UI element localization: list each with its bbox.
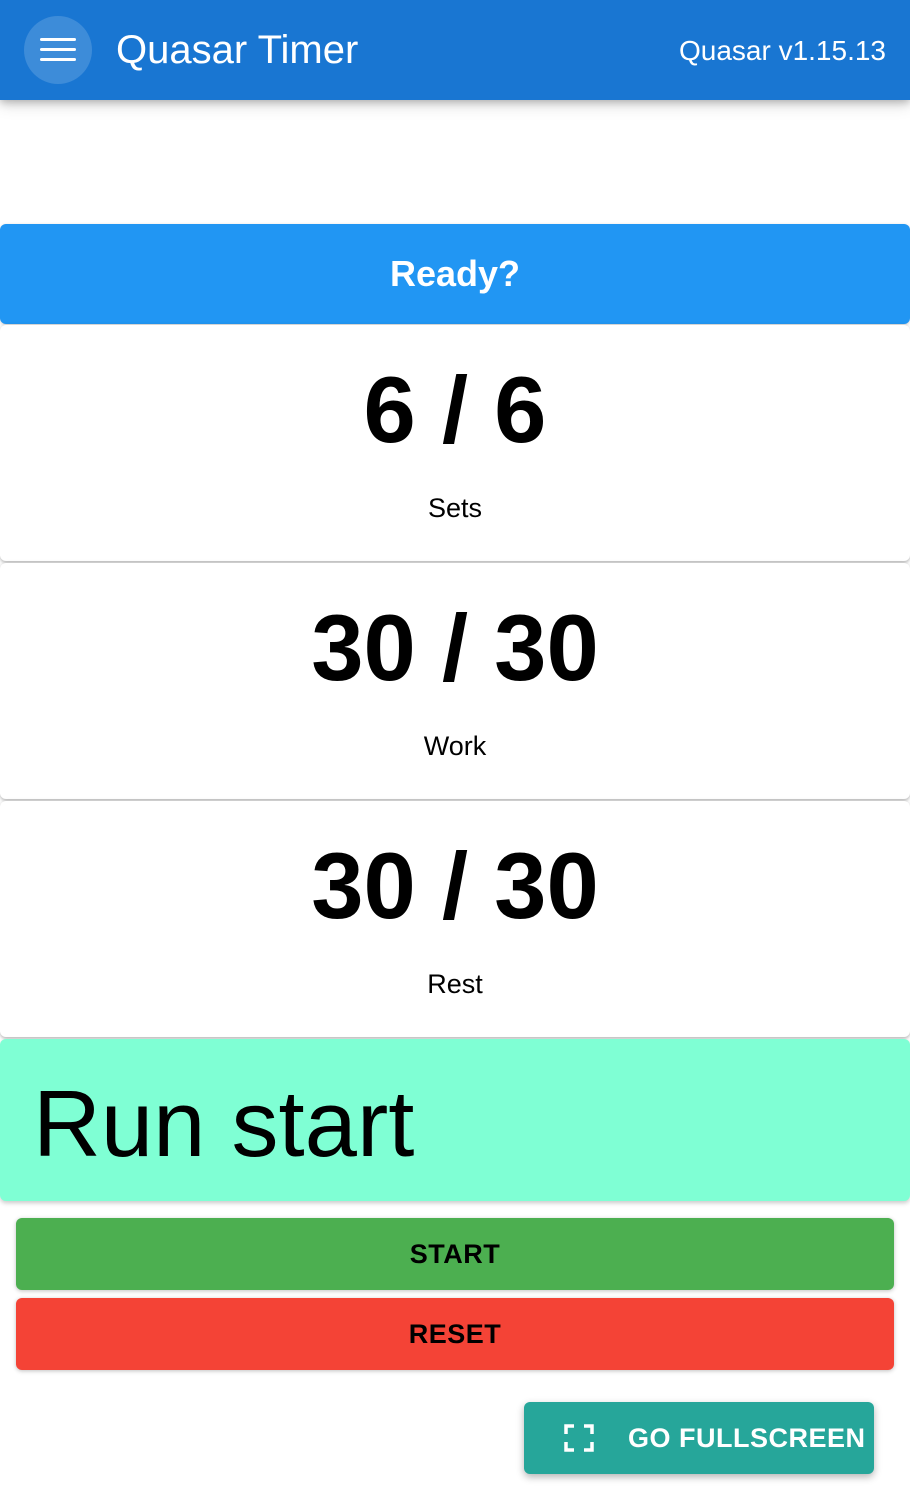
go-fullscreen-button[interactable]: GO FULLSCREEN — [524, 1402, 874, 1474]
work-count: 30 / 30 — [311, 595, 599, 700]
app-title: Quasar Timer — [116, 28, 359, 72]
message-panel: Run start — [0, 1039, 910, 1201]
reset-button[interactable]: RESET — [16, 1298, 894, 1370]
version-label: Quasar v1.15.13 — [678, 35, 886, 66]
work-card: 30 / 30 Work — [0, 563, 910, 799]
go-fullscreen-label: GO FULLSCREEN — [628, 1423, 866, 1453]
sets-label: Sets — [427, 493, 483, 523]
rest-count: 30 / 30 — [311, 833, 599, 938]
rest-card: 30 / 30 Rest — [0, 801, 910, 1037]
app-header: Quasar Timer Quasar v1.15.13 — [0, 0, 910, 100]
work-label: Work — [423, 731, 487, 761]
start-button[interactable]: START — [16, 1218, 894, 1290]
sets-count: 6 / 6 — [363, 357, 547, 462]
message-text: Run start — [33, 1071, 415, 1176]
status-banner: Ready? — [0, 224, 910, 324]
menu-button[interactable] — [24, 16, 92, 84]
hamburger-menu-icon — [40, 38, 76, 62]
rest-label: Rest — [427, 969, 483, 999]
sets-card: 6 / 6 Sets — [0, 325, 910, 561]
fullscreen-icon — [564, 1424, 594, 1452]
